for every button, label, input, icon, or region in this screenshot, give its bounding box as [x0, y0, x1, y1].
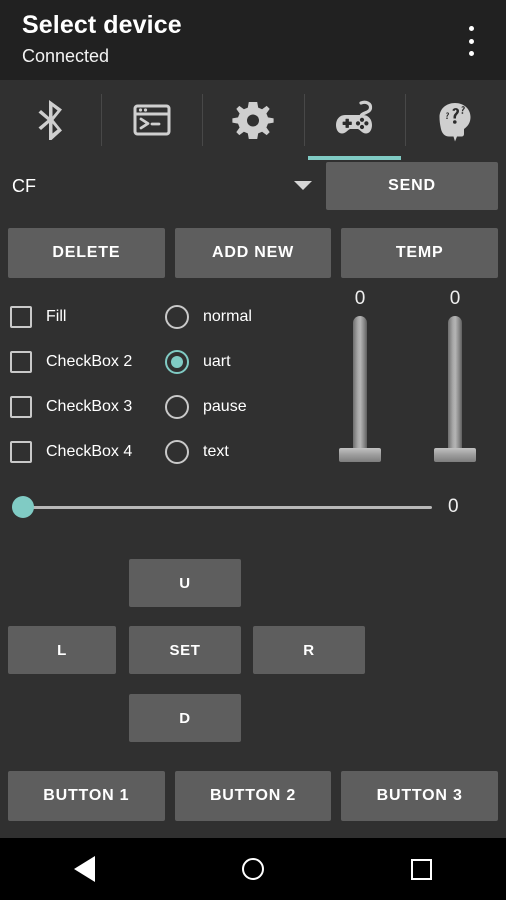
radio-label: text: [203, 442, 229, 460]
connection-status: Connected: [22, 46, 110, 66]
radio-pause[interactable]: pause: [165, 384, 315, 429]
seekbar-thumb[interactable]: [12, 496, 34, 518]
send-button[interactable]: SEND: [326, 162, 498, 210]
seekbar-row: 0: [0, 488, 506, 528]
radio-group: normal uart pause text: [165, 294, 315, 474]
page-title: Select device: [22, 11, 182, 39]
recents-square-icon: [411, 858, 433, 880]
radio-circle-icon: [165, 439, 189, 464]
nav-home-button[interactable]: [218, 845, 288, 893]
action-button-row: DELETE ADD NEW TEMP: [8, 228, 499, 278]
dpad-set-button[interactable]: SET: [129, 626, 241, 674]
seekbar-value: 0: [448, 496, 459, 517]
radio-label: normal: [203, 307, 252, 325]
gear-icon: [229, 96, 277, 144]
bottom-button-row: BUTTON 1 BUTTON 2 BUTTON 3: [8, 771, 499, 821]
overflow-dot: [468, 51, 474, 56]
tab-settings[interactable]: [202, 80, 303, 160]
tab-help[interactable]: [404, 80, 506, 160]
checkbox-square-icon: [10, 440, 32, 463]
lever-shaft[interactable]: [353, 316, 367, 456]
checkbox-group: Fill CheckBox 2 CheckBox 3 CheckBox 4: [10, 294, 160, 474]
nav-back-button[interactable]: [49, 845, 119, 893]
chevron-down-icon: [294, 181, 312, 190]
checkbox-square-icon: [10, 395, 32, 418]
checkbox-4[interactable]: CheckBox 4: [10, 429, 160, 474]
checkbox-label: CheckBox 3: [46, 397, 133, 415]
radio-label: pause: [203, 397, 247, 415]
gamepad-icon: [330, 96, 378, 144]
checkbox-fill[interactable]: Fill: [10, 294, 160, 339]
vertical-lever-1[interactable]: 0: [330, 288, 390, 468]
radio-text[interactable]: text: [165, 429, 315, 474]
checkbox-square-icon: [10, 305, 32, 328]
radio-circle-icon: [165, 394, 189, 419]
bluetooth-icon: [27, 96, 75, 144]
dpad-right-button[interactable]: R: [253, 626, 365, 674]
command-row: CF SEND: [0, 160, 506, 212]
lever-shaft[interactable]: [448, 316, 462, 456]
dpad-left-button[interactable]: L: [8, 626, 116, 674]
dpad-cluster: U L SET R D: [0, 556, 506, 746]
delete-button[interactable]: DELETE: [8, 228, 165, 278]
checkbox-2[interactable]: CheckBox 2: [10, 339, 160, 384]
spinner-selected-value: CF: [12, 175, 36, 196]
temp-button[interactable]: TEMP: [341, 228, 499, 278]
radio-normal[interactable]: normal: [165, 294, 315, 339]
home-circle-icon: [241, 858, 264, 880]
lever-value: 0: [449, 288, 461, 309]
checkbox-square-icon: [10, 350, 32, 373]
radio-circle-icon: [165, 349, 189, 374]
vertical-lever-2[interactable]: 0: [425, 288, 485, 468]
command-spinner[interactable]: CF: [8, 160, 316, 212]
overflow-menu-icon[interactable]: [456, 24, 486, 58]
lever-base: [339, 448, 381, 462]
lever-base: [434, 448, 476, 462]
head-question-icon: [431, 96, 479, 144]
button-3[interactable]: BUTTON 3: [341, 771, 499, 821]
checkbox-label: Fill: [46, 307, 67, 325]
dpad-up-button[interactable]: U: [129, 559, 241, 607]
checkbox-3[interactable]: CheckBox 3: [10, 384, 160, 429]
radio-label: uart: [203, 352, 231, 370]
tab-terminal[interactable]: [101, 80, 202, 160]
dpad-down-button[interactable]: D: [129, 694, 241, 742]
seekbar-track[interactable]: [24, 506, 432, 509]
tab-gamepad[interactable]: [303, 80, 405, 160]
add-new-button[interactable]: ADD NEW: [174, 228, 332, 278]
title-bar: Select device Connected: [0, 0, 506, 80]
checkbox-label: CheckBox 4: [46, 442, 133, 460]
radio-circle-icon: [165, 304, 189, 329]
terminal-icon: [128, 96, 176, 144]
radio-uart[interactable]: uart: [165, 339, 315, 384]
app-screen: Select device Connected CF SEND DELETE A…: [0, 0, 506, 900]
tab-bluetooth[interactable]: [0, 80, 101, 160]
tab-bar: [0, 80, 506, 160]
lever-value: 0: [354, 288, 366, 309]
button-1[interactable]: BUTTON 1: [8, 771, 165, 821]
android-nav-bar: [0, 838, 506, 900]
overflow-dot: [468, 26, 474, 31]
button-2[interactable]: BUTTON 2: [174, 771, 332, 821]
overflow-dot: [468, 38, 474, 44]
checkbox-label: CheckBox 2: [46, 352, 133, 370]
back-triangle-icon: [73, 856, 95, 882]
nav-recents-button[interactable]: [387, 845, 457, 893]
